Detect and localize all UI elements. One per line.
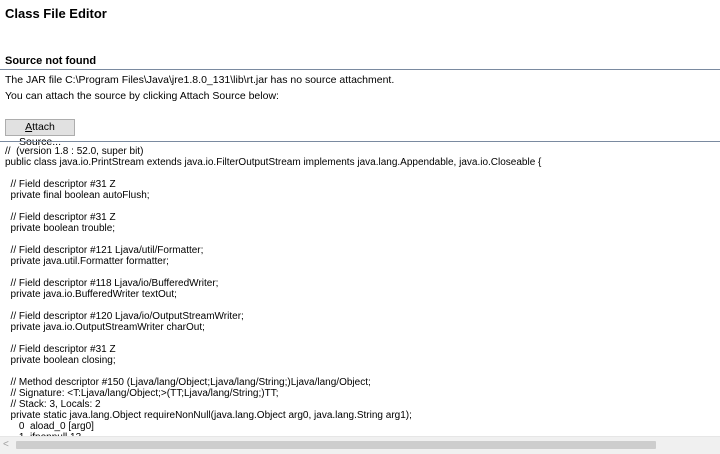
code-line: // Field descriptor #31 Z: [5, 344, 116, 355]
scroll-left-icon[interactable]: <: [3, 439, 9, 451]
heading-divider: [0, 69, 720, 70]
code-divider: [0, 141, 720, 142]
code-line: // Field descriptor #121 Ljava/util/Form…: [5, 245, 204, 256]
code-line: private java.io.BufferedWriter textOut;: [5, 289, 177, 300]
code-line: // Method descriptor #150 (Ljava/lang/Ob…: [5, 377, 371, 388]
code-line: // Field descriptor #120 Ljava/io/Output…: [5, 311, 244, 322]
no-source-message: The JAR file C:\Program Files\Java\jre1.…: [5, 74, 395, 86]
code-line: public class java.io.PrintStream extends…: [5, 157, 542, 168]
attach-hint-message: You can attach the source by clicking At…: [5, 90, 279, 102]
code-line: private java.io.OutputStreamWriter charO…: [5, 322, 205, 333]
code-line: 0 aload_0 [arg0]: [5, 421, 94, 432]
code-line: // Field descriptor #31 Z: [5, 179, 116, 190]
code-line: // Signature: <T:Ljava/lang/Object;>(TT;…: [5, 388, 279, 399]
source-not-found-heading: Source not found: [5, 55, 97, 67]
code-line: // Field descriptor #118 Ljava/io/Buffer…: [5, 278, 219, 289]
attach-source-button[interactable]: Attach Source...: [5, 119, 75, 148]
code-line: private static java.lang.Object requireN…: [5, 410, 412, 421]
code-line: private final boolean autoFlush;: [5, 190, 150, 201]
code-line: // Field descriptor #31 Z: [5, 212, 116, 223]
code-line: private boolean closing;: [5, 355, 116, 366]
code-line: // Stack: 3, Locals: 2: [5, 399, 101, 410]
code-line: private boolean trouble;: [5, 223, 116, 234]
bytecode-view[interactable]: // (version 1.8 : 52.0, super bit) public…: [5, 146, 715, 436]
horizontal-scrollbar[interactable]: <: [0, 436, 720, 454]
code-line: // (version 1.8 : 52.0, super bit): [5, 146, 144, 157]
scrollbar-thumb[interactable]: [16, 441, 656, 449]
editor-title: Class File Editor: [5, 6, 107, 21]
code-line: private java.util.Formatter formatter;: [5, 256, 169, 267]
